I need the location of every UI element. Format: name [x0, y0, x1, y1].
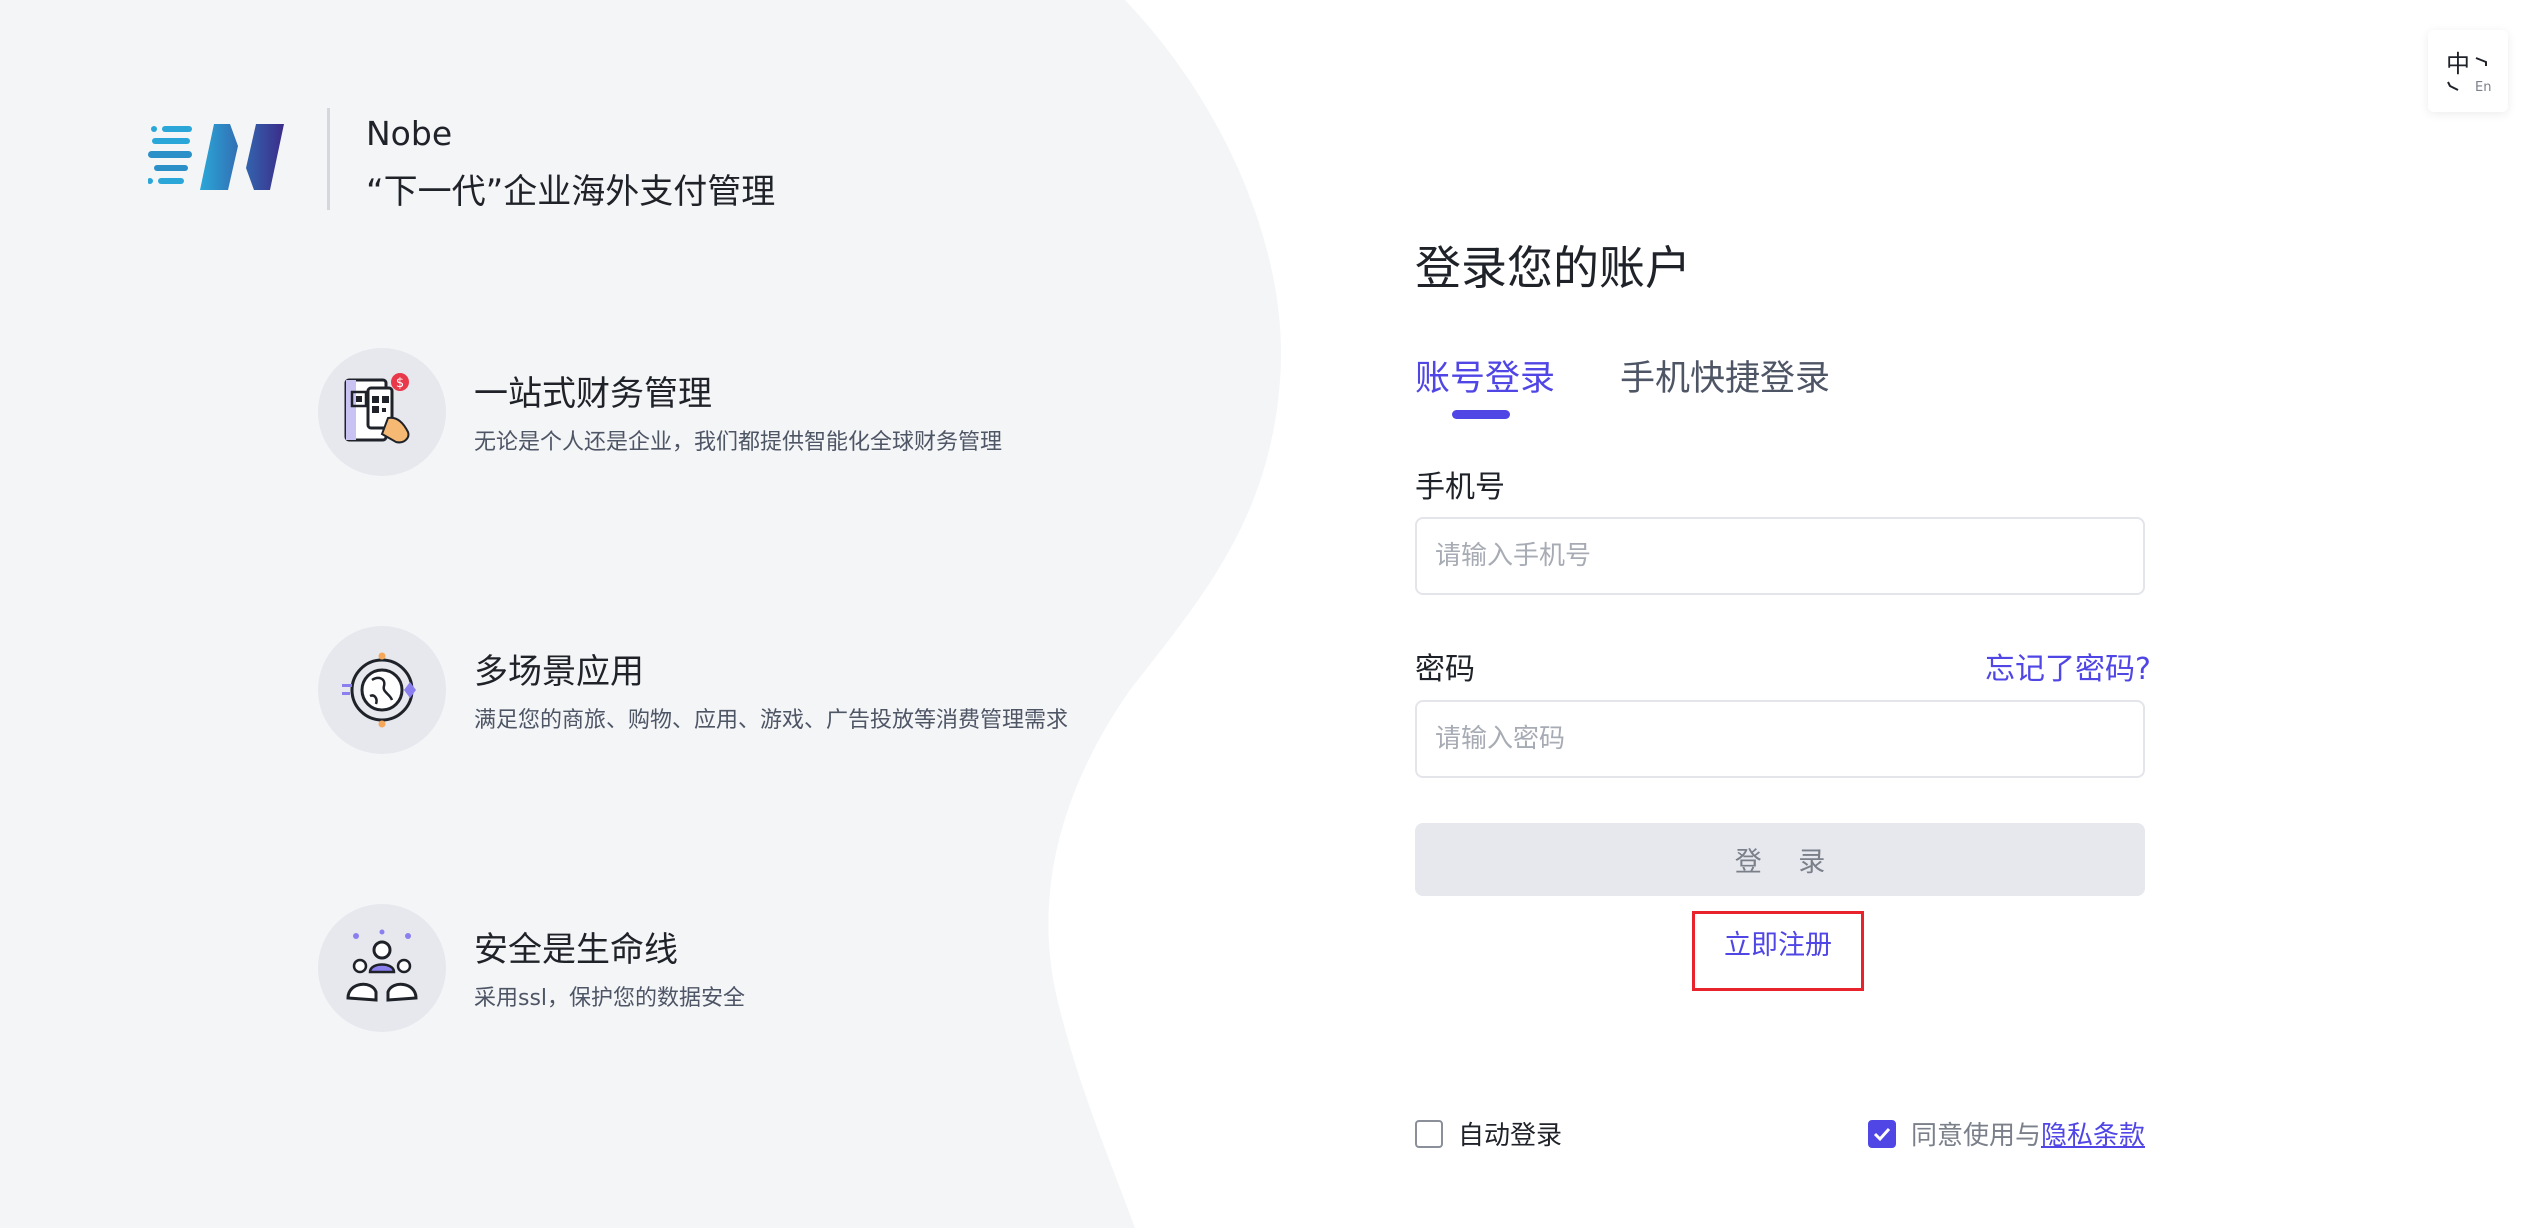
- phone-input[interactable]: [1415, 517, 2145, 595]
- auto-login-option[interactable]: 自动登录: [1415, 1115, 1562, 1152]
- login-title: 登录您的账户: [1415, 241, 1691, 295]
- active-tab-indicator: [1452, 410, 1510, 419]
- tab-phone-quick-login[interactable]: 手机快捷登录: [1620, 350, 1830, 401]
- feature-icon-circle: $: [318, 348, 446, 476]
- agree-label: 同意使用与: [1910, 1121, 2041, 1151]
- auto-login-checkbox[interactable]: [1415, 1119, 1443, 1148]
- forgot-password-link[interactable]: 忘记了密码?: [1985, 644, 2151, 688]
- agree-terms-option: 同意使用与 隐私条款: [1867, 1115, 2145, 1152]
- feature-icon-circle: [318, 904, 446, 1032]
- lang-en-label: En: [2475, 80, 2492, 95]
- feature-title: 多场景应用: [474, 652, 644, 692]
- feature-item: 多场景应用 满足您的商旅、购物、应用、游戏、广告投放等消费管理需求: [318, 626, 1078, 766]
- phone-label: 手机号: [1415, 470, 1505, 505]
- feature-desc: 无论是个人还是企业，我们都提供智能化全球财务管理: [474, 430, 1003, 455]
- password-label: 密码: [1415, 652, 1475, 687]
- register-link[interactable]: 立即注册: [1724, 923, 1832, 962]
- privacy-terms-link[interactable]: 隐私条款: [2041, 1115, 2145, 1152]
- svg-text:$: $: [396, 376, 404, 391]
- auto-login-label: 自动登录: [1458, 1121, 1563, 1151]
- feature-desc: 采用ssl，保护您的数据安全: [474, 986, 746, 1011]
- agree-checkbox[interactable]: [1867, 1119, 1896, 1148]
- brand-header: Nobe “下一代”企业海外支付管理: [148, 108, 848, 212]
- security-team-icon: [346, 929, 418, 1002]
- login-button[interactable]: 登 录: [1415, 823, 2145, 896]
- globe-icon: [342, 652, 416, 728]
- feature-title: 安全是生命线: [474, 930, 678, 970]
- checkmark-icon: [1873, 1127, 1891, 1141]
- nobe-logo-icon: [148, 124, 284, 190]
- feature-icon-circle: [318, 626, 446, 754]
- feature-desc: 满足您的商旅、购物、应用、游戏、广告投放等消费管理需求: [474, 708, 1069, 733]
- brand-name: Nobe: [366, 114, 453, 153]
- feature-title: 一站式财务管理: [474, 374, 712, 414]
- language-switch-button[interactable]: 中 En: [2428, 30, 2508, 112]
- lang-zh-label: 中: [2446, 50, 2470, 78]
- finance-phone-icon: $: [344, 373, 410, 444]
- brand-slogan: “下一代”企业海外支付管理: [366, 172, 776, 212]
- register-highlight-box: 立即注册: [1692, 911, 1864, 991]
- feature-item: 安全是生命线 采用ssl，保护您的数据安全: [318, 904, 1078, 1044]
- feature-item: $ 一站式财务管理 无论是个人还是企业，我们都提供智能化全球财务管理: [318, 348, 1078, 488]
- brand-divider: [327, 108, 330, 210]
- tab-account-login[interactable]: 账号登录: [1415, 350, 1555, 401]
- password-input[interactable]: [1415, 700, 2145, 778]
